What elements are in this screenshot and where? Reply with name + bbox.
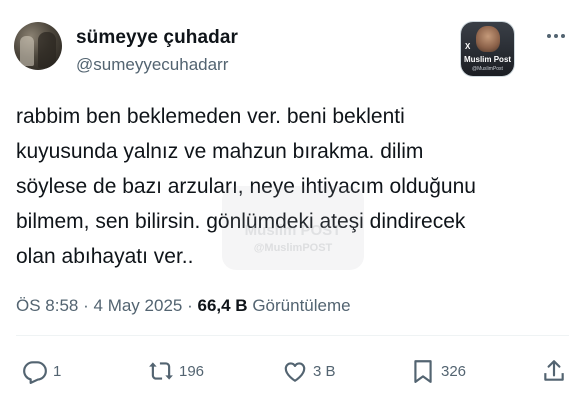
watermark-subtitle: @MuslimPOST: [253, 242, 333, 254]
views-label: Görüntüleme: [252, 296, 351, 315]
badge-avatar: [476, 26, 500, 52]
repost-icon: [149, 362, 173, 380]
muslim-post-badge[interactable]: X Muslim Post @MuslimPost: [461, 22, 514, 76]
author-avatar[interactable]: [14, 22, 62, 70]
heart-icon: [284, 362, 306, 382]
bookmark-icon: [414, 360, 432, 383]
tweet-date[interactable]: 4 May 2025: [94, 296, 183, 315]
repost-count: 196: [179, 362, 205, 380]
bookmark-button[interactable]: 326: [410, 357, 466, 385]
author-handle[interactable]: @sumeyyecuhadarr: [76, 55, 228, 75]
reply-icon: [23, 361, 47, 384]
meta-separator: ·: [187, 296, 193, 315]
author-display-name[interactable]: sümeyye çuhadar: [76, 27, 238, 49]
meta-separator: ·: [83, 296, 89, 315]
muslim-post-watermark: Muslim POST @MuslimPOST: [222, 186, 364, 270]
x-logo-icon: X: [465, 42, 471, 51]
share-icon: [544, 360, 564, 381]
reply-count: 1: [53, 362, 62, 380]
tweet-meta: ÖS 8:58 · 4 May 2025 · 66,4 B Görüntülem…: [16, 296, 351, 316]
avatar-figure: [20, 36, 34, 66]
more-horizontal-icon[interactable]: [545, 25, 567, 47]
tweet-time[interactable]: ÖS 8:58: [16, 296, 78, 315]
avatar-figure: [38, 32, 56, 68]
badge-subtitle: @MuslimPost: [472, 66, 503, 72]
bookmark-count: 326: [441, 362, 467, 380]
reply-button[interactable]: 1: [22, 357, 61, 385]
repost-button[interactable]: 196: [148, 357, 204, 385]
like-button[interactable]: 3 B: [282, 357, 336, 385]
badge-title: Muslim Post: [463, 55, 512, 64]
like-count: 3 B: [313, 362, 336, 380]
divider: [16, 335, 569, 336]
watermark-title: Muslim POST: [244, 222, 342, 239]
views-count: 66,4 B: [197, 296, 248, 315]
share-button[interactable]: [541, 357, 567, 385]
